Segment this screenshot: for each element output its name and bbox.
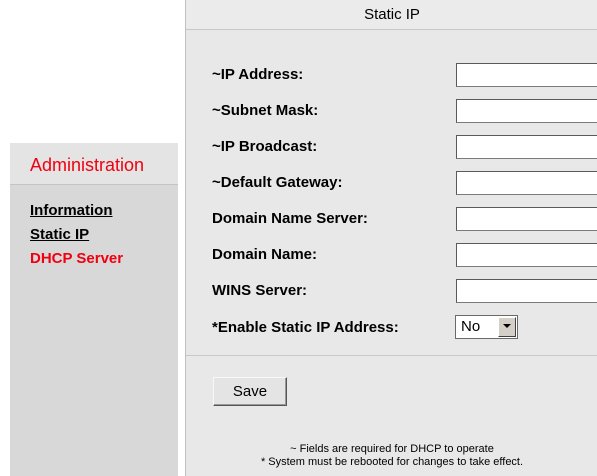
form-row-domain-name-server: Domain Name Server: <box>212 204 597 240</box>
footnotes: ~ Fields are required for DHCP to operat… <box>186 443 597 469</box>
form-row-ip-broadcast: ~IP Broadcast: <box>212 132 597 168</box>
sidebar-nav: Information Static IP DHCP Server <box>30 199 123 271</box>
sidebar-title: Administration <box>10 143 178 185</box>
wins-server-label: WINS Server: <box>212 282 308 299</box>
form-row-domain-name: Domain Name: <box>212 240 597 276</box>
subnet-mask-field[interactable] <box>456 99 597 123</box>
sidebar-item-information[interactable]: Information <box>30 199 123 223</box>
form-row-default-gateway: ~Default Gateway: <box>212 168 597 204</box>
ip-address-field[interactable] <box>456 63 597 87</box>
ip-broadcast-label: ~IP Broadcast: <box>212 138 318 155</box>
static-ip-form: ~IP Address: ~Subnet Mask: ~IP Broadcast… <box>212 60 597 312</box>
sidebar-item-dhcp-server[interactable]: DHCP Server <box>30 247 123 271</box>
wins-server-field[interactable] <box>456 279 597 303</box>
form-row-ip-address: ~IP Address: <box>212 60 597 96</box>
save-button[interactable]: Save <box>213 377 287 406</box>
enable-static-ip-select[interactable]: No <box>455 315 518 339</box>
main-panel: Static IP ~IP Address: ~Subnet Mask: ~IP… <box>185 0 597 476</box>
form-row-enable-static-ip: *Enable Static IP Address: No <box>212 313 597 343</box>
dropdown-arrow-button[interactable] <box>498 317 516 337</box>
sidebar-item-static-ip[interactable]: Static IP <box>30 223 123 247</box>
chevron-down-icon <box>503 324 511 328</box>
ip-broadcast-field[interactable] <box>456 135 597 159</box>
page-title: Static IP <box>186 0 597 30</box>
default-gateway-label: ~Default Gateway: <box>212 174 343 191</box>
footnote-required: ~ Fields are required for DHCP to operat… <box>290 443 494 455</box>
default-gateway-field[interactable] <box>456 171 597 195</box>
domain-name-server-field[interactable] <box>456 207 597 231</box>
enable-static-ip-label: *Enable Static IP Address: <box>212 319 399 336</box>
subnet-mask-label: ~Subnet Mask: <box>212 102 319 119</box>
ip-address-label: ~IP Address: <box>212 66 304 83</box>
sidebar: Administration Information Static IP DHC… <box>10 143 178 476</box>
domain-name-field[interactable] <box>456 243 597 267</box>
enable-static-ip-value: No <box>461 318 481 335</box>
divider <box>186 355 597 356</box>
form-row-wins-server: WINS Server: <box>212 276 597 312</box>
form-row-subnet-mask: ~Subnet Mask: <box>212 96 597 132</box>
domain-name-label: Domain Name: <box>212 246 318 263</box>
domain-name-server-label: Domain Name Server: <box>212 210 368 227</box>
footnote-reboot: * System must be rebooted for changes to… <box>260 456 524 468</box>
